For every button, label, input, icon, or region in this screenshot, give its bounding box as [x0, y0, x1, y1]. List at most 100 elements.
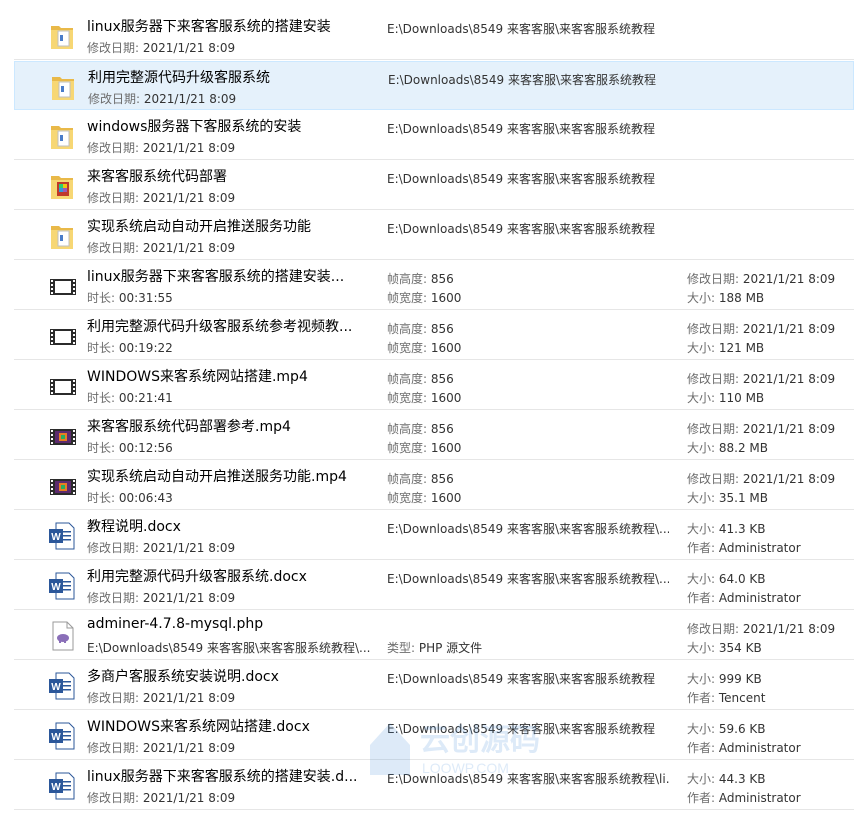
frame-width-info: 帧宽度: 1600: [387, 291, 462, 305]
item-path: E:\Downloads\8549 来客客服\来客客服系统教程: [387, 172, 656, 186]
result-row[interactable]: 利用完整源代码升级客服系统修改日期: 2021/1/21 8:09 E:\Down…: [14, 61, 854, 110]
result-row[interactable]: W 利用完整源代码升级客服系统.docx 修改日期: 2021/1/21 8:09 E…: [14, 561, 854, 610]
folder-icon: [49, 71, 77, 103]
modified-info: 修改日期: 2021/1/21 8:09: [87, 591, 236, 605]
type-info: 类型: PHP 源文件: [387, 641, 483, 655]
author-info: 作者: Administrator: [687, 791, 801, 805]
video-file-icon: [48, 270, 76, 302]
result-row[interactable]: W 多商户客服系统安装说明.docx 修改日期: 2021/1/21 8:09 E:\…: [14, 661, 854, 710]
modified-info: 修改日期: 2021/1/21 8:09: [687, 322, 836, 336]
item-name[interactable]: 教程说明.docx: [87, 516, 387, 536]
video-file-icon: [48, 370, 76, 402]
word-document-icon: W: [48, 720, 76, 752]
result-row[interactable]: adminer-4.7.8-mysql.php E:\Downloads\8549…: [14, 611, 854, 660]
modified-info: 修改日期: 2021/1/21 8:09: [87, 191, 236, 205]
modified-info: 修改日期: 2021/1/21 8:09: [687, 622, 836, 636]
size-info: 大小: 999 KB: [687, 672, 762, 686]
item-name[interactable]: 利用完整源代码升级客服系统: [88, 67, 388, 87]
word-document-icon: W: [48, 770, 76, 802]
item-name[interactable]: 实现系统启动自动开启推送服务功能.mp4: [87, 466, 387, 486]
folder-icon: [48, 20, 76, 52]
size-info: 大小: 44.3 KB: [687, 772, 766, 786]
result-row[interactable]: 来客客服系统代码部署修改日期: 2021/1/21 8:09 E:\Downloa…: [14, 161, 854, 210]
svg-text:W: W: [51, 532, 61, 543]
item-name[interactable]: 来客客服系统代码部署: [87, 166, 387, 186]
item-name[interactable]: linux服务器下来客客服系统的搭建安装: [87, 16, 387, 36]
modified-info: 修改日期: 2021/1/21 8:09: [687, 272, 836, 286]
item-path: E:\Downloads\8549 来客客服\来客客服系统教程: [387, 672, 656, 686]
folder-icon: [48, 120, 76, 152]
result-row[interactable]: WINDOWS来客系统网站搭建.mp4 时长: 00:21:41 帧高度: 856 帧…: [14, 361, 854, 410]
result-row[interactable]: 实现系统启动自动开启推送服务功能修改日期: 2021/1/21 8:09 E:\D…: [14, 211, 854, 260]
size-info: 大小: 110 MB: [687, 391, 765, 405]
modified-info: 修改日期: 2021/1/21 8:09: [87, 691, 236, 705]
modified-info: 修改日期: 2021/1/21 8:09: [88, 92, 237, 106]
video-file-icon: [48, 470, 76, 502]
item-path: E:\Downloads\8549 来客客服\来客客服系统教程\...: [387, 522, 669, 536]
svg-text:W: W: [51, 732, 61, 743]
author-info: 作者: Administrator: [687, 541, 801, 555]
item-name[interactable]: WINDOWS来客系统网站搭建.mp4: [87, 366, 387, 386]
watermark: 云创源码 LOOWP.COM: [360, 705, 560, 785]
frame-height-info: 帧高度: 856: [387, 472, 454, 486]
size-info: 大小: 354 KB: [687, 641, 762, 655]
item-path: E:\Downloads\8549 来客客服\来客客服系统教程: [387, 22, 656, 36]
size-info: 大小: 64.0 KB: [687, 572, 766, 586]
duration-info: 时长: 00:31:55: [87, 291, 173, 305]
modified-info: 修改日期: 2021/1/21 8:09: [87, 241, 236, 255]
frame-width-info: 帧宽度: 1600: [387, 441, 462, 455]
watermark-url: LOOWP.COM: [422, 760, 509, 776]
word-document-icon: W: [48, 520, 76, 552]
result-row[interactable]: W 教程说明.docx 修改日期: 2021/1/21 8:09 E:\Downloa…: [14, 511, 854, 560]
item-name[interactable]: linux服务器下来客客服系统的搭建安装...: [87, 266, 387, 286]
frame-height-info: 帧高度: 856: [387, 372, 454, 386]
result-row[interactable]: 来客客服系统代码部署参考.mp4 时长: 00:12:56 帧高度: 856 帧宽度:…: [14, 411, 854, 460]
modified-info: 修改日期: 2021/1/21 8:09: [87, 141, 236, 155]
frame-height-info: 帧高度: 856: [387, 322, 454, 336]
item-name[interactable]: 实现系统启动自动开启推送服务功能: [87, 216, 387, 236]
item-name[interactable]: 利用完整源代码升级客服系统参考视频教...: [87, 316, 387, 336]
frame-width-info: 帧宽度: 1600: [387, 341, 462, 355]
size-info: 大小: 59.6 KB: [687, 722, 766, 736]
video-file-icon: [48, 420, 76, 452]
folder-icon: [48, 170, 76, 202]
size-info: 大小: 41.3 KB: [687, 522, 766, 536]
modified-info: 修改日期: 2021/1/21 8:09: [87, 541, 236, 555]
duration-info: 时长: 00:19:22: [87, 341, 173, 355]
result-row[interactable]: linux服务器下来客客服系统的搭建安装... 时长: 00:31:55 帧高度: …: [14, 261, 854, 310]
modified-info: 修改日期: 2021/1/21 8:09: [687, 422, 836, 436]
item-name[interactable]: 利用完整源代码升级客服系统.docx: [87, 566, 387, 586]
video-file-icon: [48, 320, 76, 352]
item-name[interactable]: 来客客服系统代码部署参考.mp4: [87, 416, 387, 436]
item-path: E:\Downloads\8549 来客客服\来客客服系统教程: [388, 73, 657, 87]
duration-info: 时长: 00:12:56: [87, 441, 173, 455]
item-path: E:\Downloads\8549 来客客服\来客客服系统教程\...: [387, 572, 669, 586]
modified-info: 修改日期: 2021/1/21 8:09: [87, 791, 236, 805]
modified-info: 修改日期: 2021/1/21 8:09: [87, 41, 236, 55]
result-row[interactable]: linux服务器下来客客服系统的搭建安装修改日期: 2021/1/21 8:09…: [14, 11, 854, 60]
frame-height-info: 帧高度: 856: [387, 422, 454, 436]
watermark-title: 云创源码: [420, 724, 540, 757]
modified-info: 修改日期: 2021/1/21 8:09: [687, 472, 836, 486]
duration-info: 时长: 00:21:41: [87, 391, 173, 405]
item-name[interactable]: 多商户客服系统安装说明.docx: [87, 666, 387, 686]
item-path: E:\Downloads\8549 来客客服\来客客服系统教程: [387, 122, 656, 136]
frame-height-info: 帧高度: 856: [387, 272, 454, 286]
item-name[interactable]: WINDOWS来客系统网站搭建.docx: [87, 716, 387, 736]
size-info: 大小: 88.2 MB: [687, 441, 768, 455]
size-info: 大小: 35.1 MB: [687, 491, 768, 505]
author-info: 作者: Administrator: [687, 741, 801, 755]
item-path: E:\Downloads\8549 来客客服\来客客服系统教程: [387, 222, 656, 236]
result-row[interactable]: 实现系统启动自动开启推送服务功能.mp4 时长: 00:06:43 帧高度: 856…: [14, 461, 854, 510]
item-name[interactable]: adminer-4.7.8-mysql.php: [87, 616, 387, 632]
modified-info: 修改日期: 2021/1/21 8:09: [87, 741, 236, 755]
frame-width-info: 帧宽度: 1600: [387, 491, 462, 505]
result-row[interactable]: 利用完整源代码升级客服系统参考视频教... 时长: 00:19:22 帧高度: 85…: [14, 311, 854, 360]
size-info: 大小: 188 MB: [687, 291, 765, 305]
author-info: 作者: Administrator: [687, 591, 801, 605]
duration-info: 时长: 00:06:43: [87, 491, 173, 505]
item-name[interactable]: windows服务器下客服系统的安装: [87, 116, 387, 136]
result-row[interactable]: windows服务器下客服系统的安装修改日期: 2021/1/21 8:09 E:…: [14, 111, 854, 160]
svg-text:W: W: [51, 582, 61, 593]
item-name[interactable]: linux服务器下来客客服系统的搭建安装.d...: [87, 766, 387, 786]
